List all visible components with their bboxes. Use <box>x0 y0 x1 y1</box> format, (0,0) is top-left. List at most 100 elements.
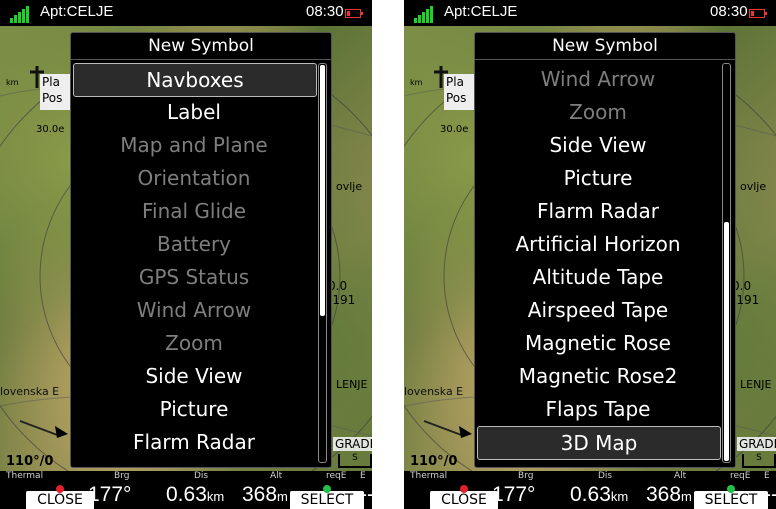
navbox-unit: km <box>206 489 225 504</box>
gps-signal-icon <box>414 5 436 23</box>
clock: 08:30 <box>710 3 748 20</box>
select-button[interactable]: SELECT <box>290 485 364 509</box>
navbox-title: Thermal <box>410 471 448 481</box>
new-symbol-dialog: New Symbol Wind Arrow Zoom Side View Pictur… <box>474 32 736 468</box>
symbol-list[interactable]: Navboxes Label Map and Plane Orientation Fin… <box>71 61 317 465</box>
waypoint-name: Apt:CELJE <box>40 3 114 20</box>
battery-icon <box>749 9 767 18</box>
navbox-title: Alt <box>674 471 687 481</box>
symbol-list-item: Zoom <box>569 100 627 124</box>
select-button[interactable]: SELECT <box>694 485 768 509</box>
symbol-list-item[interactable]: Altitude Tape <box>477 261 719 293</box>
clock: 08:30 <box>306 3 344 20</box>
symbol-list-item[interactable]: Artificial Horizon <box>477 228 719 260</box>
select-indicator-icon <box>323 485 331 493</box>
symbol-list-item[interactable]: Side View <box>477 129 719 161</box>
map-scale: S <box>742 454 776 468</box>
navbox-value: 177° <box>492 483 536 506</box>
symbol-list-item[interactable]: Flarm Radar <box>477 195 719 227</box>
screen-right: km Pla Pos 30.0e ovlje 0.0 -191 LENJE lo… <box>404 0 776 509</box>
place-label: LENJE <box>740 378 772 391</box>
scrollbar[interactable] <box>722 63 731 463</box>
wind-label: 110°/0 <box>410 454 458 469</box>
altitude-label: 30.0e <box>440 124 469 135</box>
symbol-list-item: Wind Arrow <box>136 298 252 322</box>
status-bar: Apt:CELJE 08:30 <box>404 0 776 26</box>
dialog-title: New Symbol <box>475 33 735 60</box>
navbox-title: E <box>360 471 366 481</box>
symbol-list-item[interactable]: Label <box>73 96 315 128</box>
place-label: GRADEC <box>333 437 372 451</box>
navbox-title: reqE <box>730 471 751 481</box>
symbol-list-item[interactable]: Magnetic Rose <box>477 327 719 359</box>
place-label: ovlje <box>740 180 767 193</box>
navbox-bar: Thermal Brg 177° Dis 0.63km Alt 368m req… <box>0 471 372 509</box>
symbol-list-item: Zoom <box>165 331 223 355</box>
navbox-value: 0.63 <box>166 483 207 506</box>
navbox-unit: m <box>277 489 288 504</box>
navbox-title: Alt <box>270 471 283 481</box>
symbol-list-item[interactable]: Airspeed Tape <box>477 294 719 326</box>
distance-label: km <box>410 78 423 87</box>
battery-icon <box>345 9 363 18</box>
symbol-list-item: Final Glide <box>141 199 247 223</box>
wind-label: 110°/0 <box>6 454 54 469</box>
navbox-unit: m <box>681 489 692 504</box>
symbol-list-item[interactable]: Flarm Radar <box>73 426 315 458</box>
navbox-unit: km <box>610 489 629 504</box>
navbox-title: Dis <box>598 471 613 481</box>
navbox-title: Brg <box>518 471 534 481</box>
symbol-list[interactable]: Wind Arrow Zoom Side View Picture Flarm Rada… <box>475 61 721 465</box>
close-indicator-icon <box>56 485 64 493</box>
altitude-top: 0.0 <box>732 279 752 293</box>
distance-label: km <box>6 78 19 87</box>
symbol-list-item[interactable]: 3D Map <box>477 426 721 460</box>
select-indicator-icon <box>727 485 735 493</box>
scrollbar[interactable] <box>318 63 327 463</box>
navbox-value: 368 <box>646 483 682 506</box>
select-button-label: SELECT <box>704 492 758 508</box>
altitude-top: 0.0 <box>328 279 348 293</box>
place-label: lovenska E <box>404 385 464 398</box>
navbox-title: E <box>764 471 770 481</box>
altitude-bottom: -191 <box>732 293 760 307</box>
place-label: lovenska E <box>0 385 60 398</box>
symbol-list-item: Orientation <box>137 166 251 190</box>
gps-signal-icon <box>10 5 32 23</box>
navbox-value: 177° <box>88 483 132 506</box>
close-button-label: CLOSE <box>37 492 83 508</box>
map-scale: S <box>338 454 372 468</box>
navbox-title: Dis <box>194 471 209 481</box>
new-symbol-dialog: New Symbol Navboxes Label Map and Plane Ori… <box>70 32 332 468</box>
symbol-list-item[interactable]: Flaps Tape <box>477 393 719 425</box>
scrollbar-thumb[interactable] <box>724 222 729 461</box>
dialog-title: New Symbol <box>71 33 331 60</box>
symbol-list-item: Map and Plane <box>120 133 268 157</box>
navbox-value: 0.63 <box>570 483 611 506</box>
close-button[interactable]: CLOSE <box>430 485 498 509</box>
altitude-label: 30.0e <box>36 124 65 135</box>
waypoint-name: Apt:CELJE <box>444 3 518 20</box>
symbol-list-item: Battery <box>156 232 232 256</box>
symbol-list-item[interactable]: Side View <box>73 360 315 392</box>
altitude-indicator: 0.0 -191 <box>328 279 368 311</box>
symbol-list-item[interactable]: Picture <box>73 393 315 425</box>
place-label: ovlje <box>336 180 363 193</box>
scrollbar-thumb[interactable] <box>320 65 325 316</box>
place-label: GRADEC <box>737 437 776 451</box>
altitude-indicator: 0.0 -191 <box>732 279 772 311</box>
symbol-list-item[interactable]: Picture <box>477 162 719 194</box>
symbol-list-item[interactable]: Magnetic Rose2 <box>477 360 719 392</box>
navbox-title: Brg <box>114 471 130 481</box>
status-bar: Apt:CELJE 08:30 <box>0 0 372 26</box>
select-button-label: SELECT <box>300 492 354 508</box>
symbol-list-item: GPS Status <box>138 265 250 289</box>
navbox-bar: Thermal Brg 177° Dis 0.63km Alt 368m req… <box>404 471 776 509</box>
screen-left: km Pla Pos 30.0e ovlje 0.0 -191 LENJE lo… <box>0 0 372 509</box>
symbol-list-item[interactable]: Navboxes <box>73 63 317 97</box>
navbox-title: Thermal <box>6 471 44 481</box>
symbol-list-item: Wind Arrow <box>540 67 656 91</box>
close-button-label: CLOSE <box>441 492 487 508</box>
close-button[interactable]: CLOSE <box>26 485 94 509</box>
altitude-bottom: -191 <box>328 293 356 307</box>
